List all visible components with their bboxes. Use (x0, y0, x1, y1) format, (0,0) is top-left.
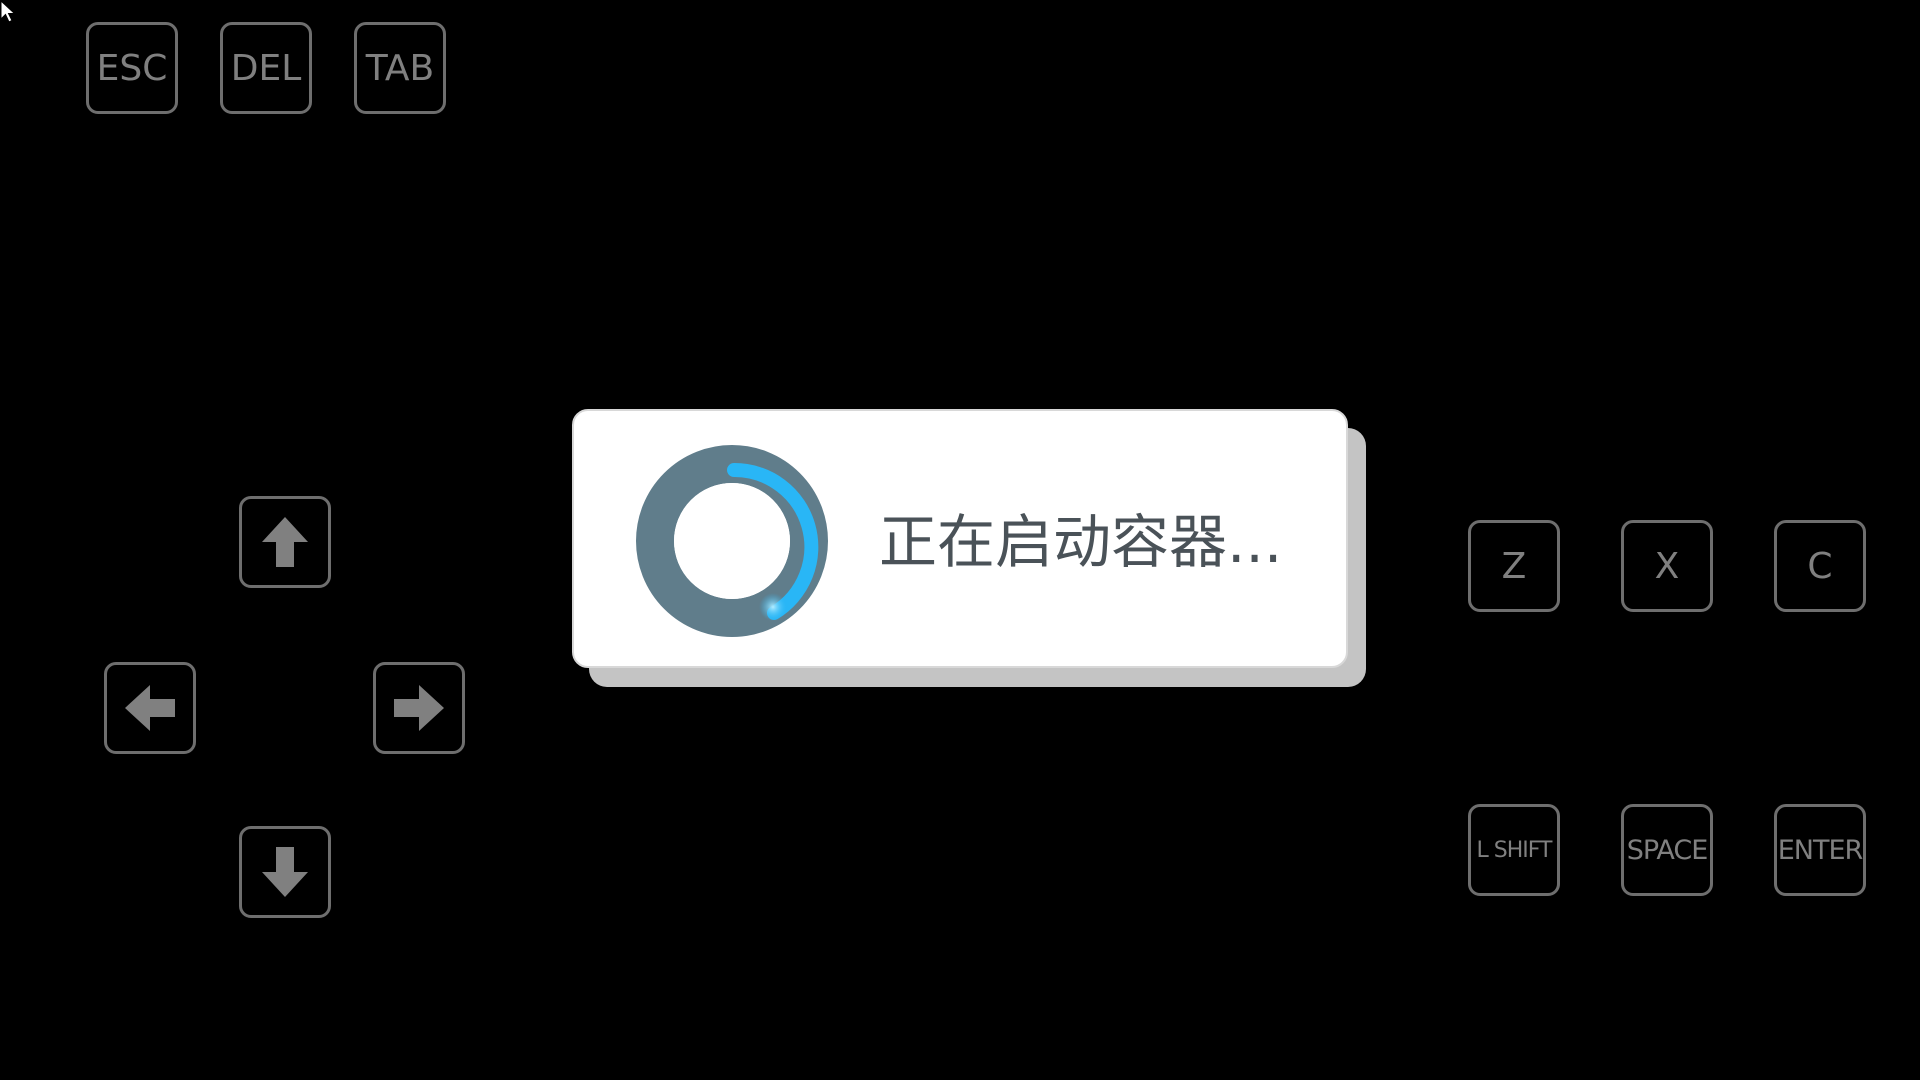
enter-key-button[interactable]: ENTER (1774, 804, 1866, 896)
virtual-keyboard-screen: ESC DEL TAB Z X C L SHIFT SPACE ENTER 正在… (0, 0, 1920, 1080)
loading-message: 正在启动容器... (879, 508, 1283, 576)
z-key-button[interactable]: Z (1468, 520, 1560, 612)
down-arrow-key-button[interactable] (239, 826, 331, 918)
right-arrow-key-button[interactable] (373, 662, 465, 754)
arrow-down-icon (262, 847, 308, 897)
x-key-button[interactable]: X (1621, 520, 1713, 612)
mouse-cursor-icon (0, 0, 16, 23)
c-key-button[interactable]: C (1774, 520, 1866, 612)
space-key-button[interactable]: SPACE (1621, 804, 1713, 896)
up-arrow-key-button[interactable] (239, 496, 331, 588)
esc-key-button[interactable]: ESC (86, 22, 178, 114)
arrow-up-icon (262, 517, 308, 567)
loading-spinner-icon (636, 445, 828, 637)
loading-dialog: 正在启动容器... (572, 409, 1348, 668)
del-key-button[interactable]: DEL (220, 22, 312, 114)
tab-key-button[interactable]: TAB (354, 22, 446, 114)
arrow-right-icon (394, 685, 444, 731)
left-arrow-key-button[interactable] (104, 662, 196, 754)
arrow-left-icon (125, 685, 175, 731)
lshift-key-button[interactable]: L SHIFT (1468, 804, 1560, 896)
